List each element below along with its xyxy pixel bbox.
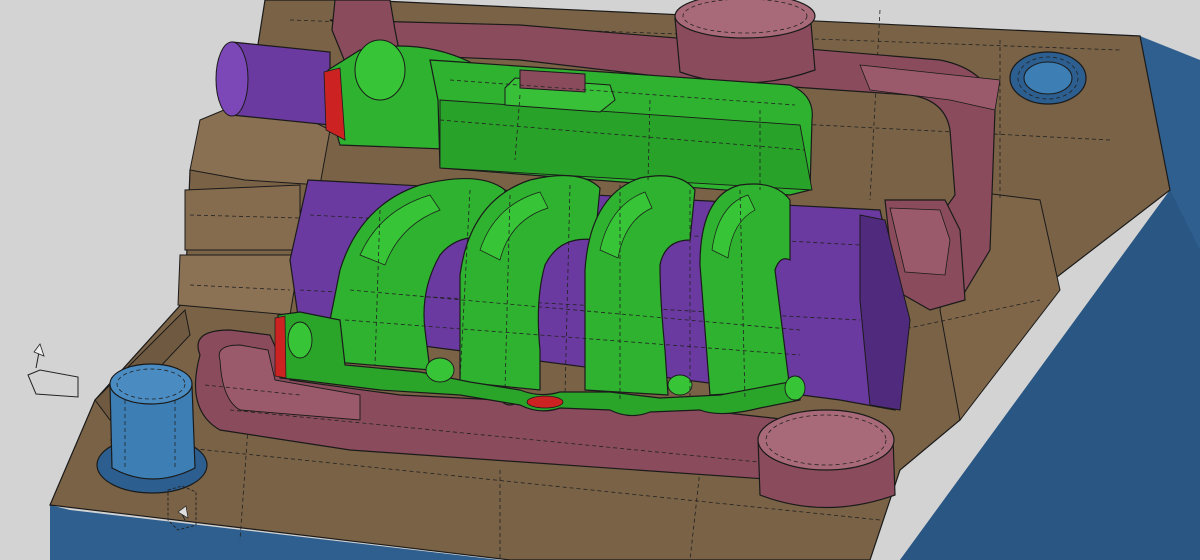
gate-marker-bottom: [526, 395, 564, 409]
ejector-boss-top: [674, 0, 816, 84]
base-step-lower: [177, 254, 301, 316]
mold-assembly-model[interactable]: [0, 0, 1200, 560]
ejector-boss-bottom: [757, 409, 896, 509]
gate-marker-flange: [274, 315, 287, 379]
guide-bushing-top-right: [1009, 51, 1087, 105]
cad-viewport[interactable]: [0, 0, 1200, 560]
guide-pillar-bottom-left: [96, 363, 208, 494]
coordinate-triad-icon[interactable]: [27, 343, 79, 398]
manifold-top-insert: [519, 69, 586, 93]
slide-core-rear: [215, 41, 331, 126]
